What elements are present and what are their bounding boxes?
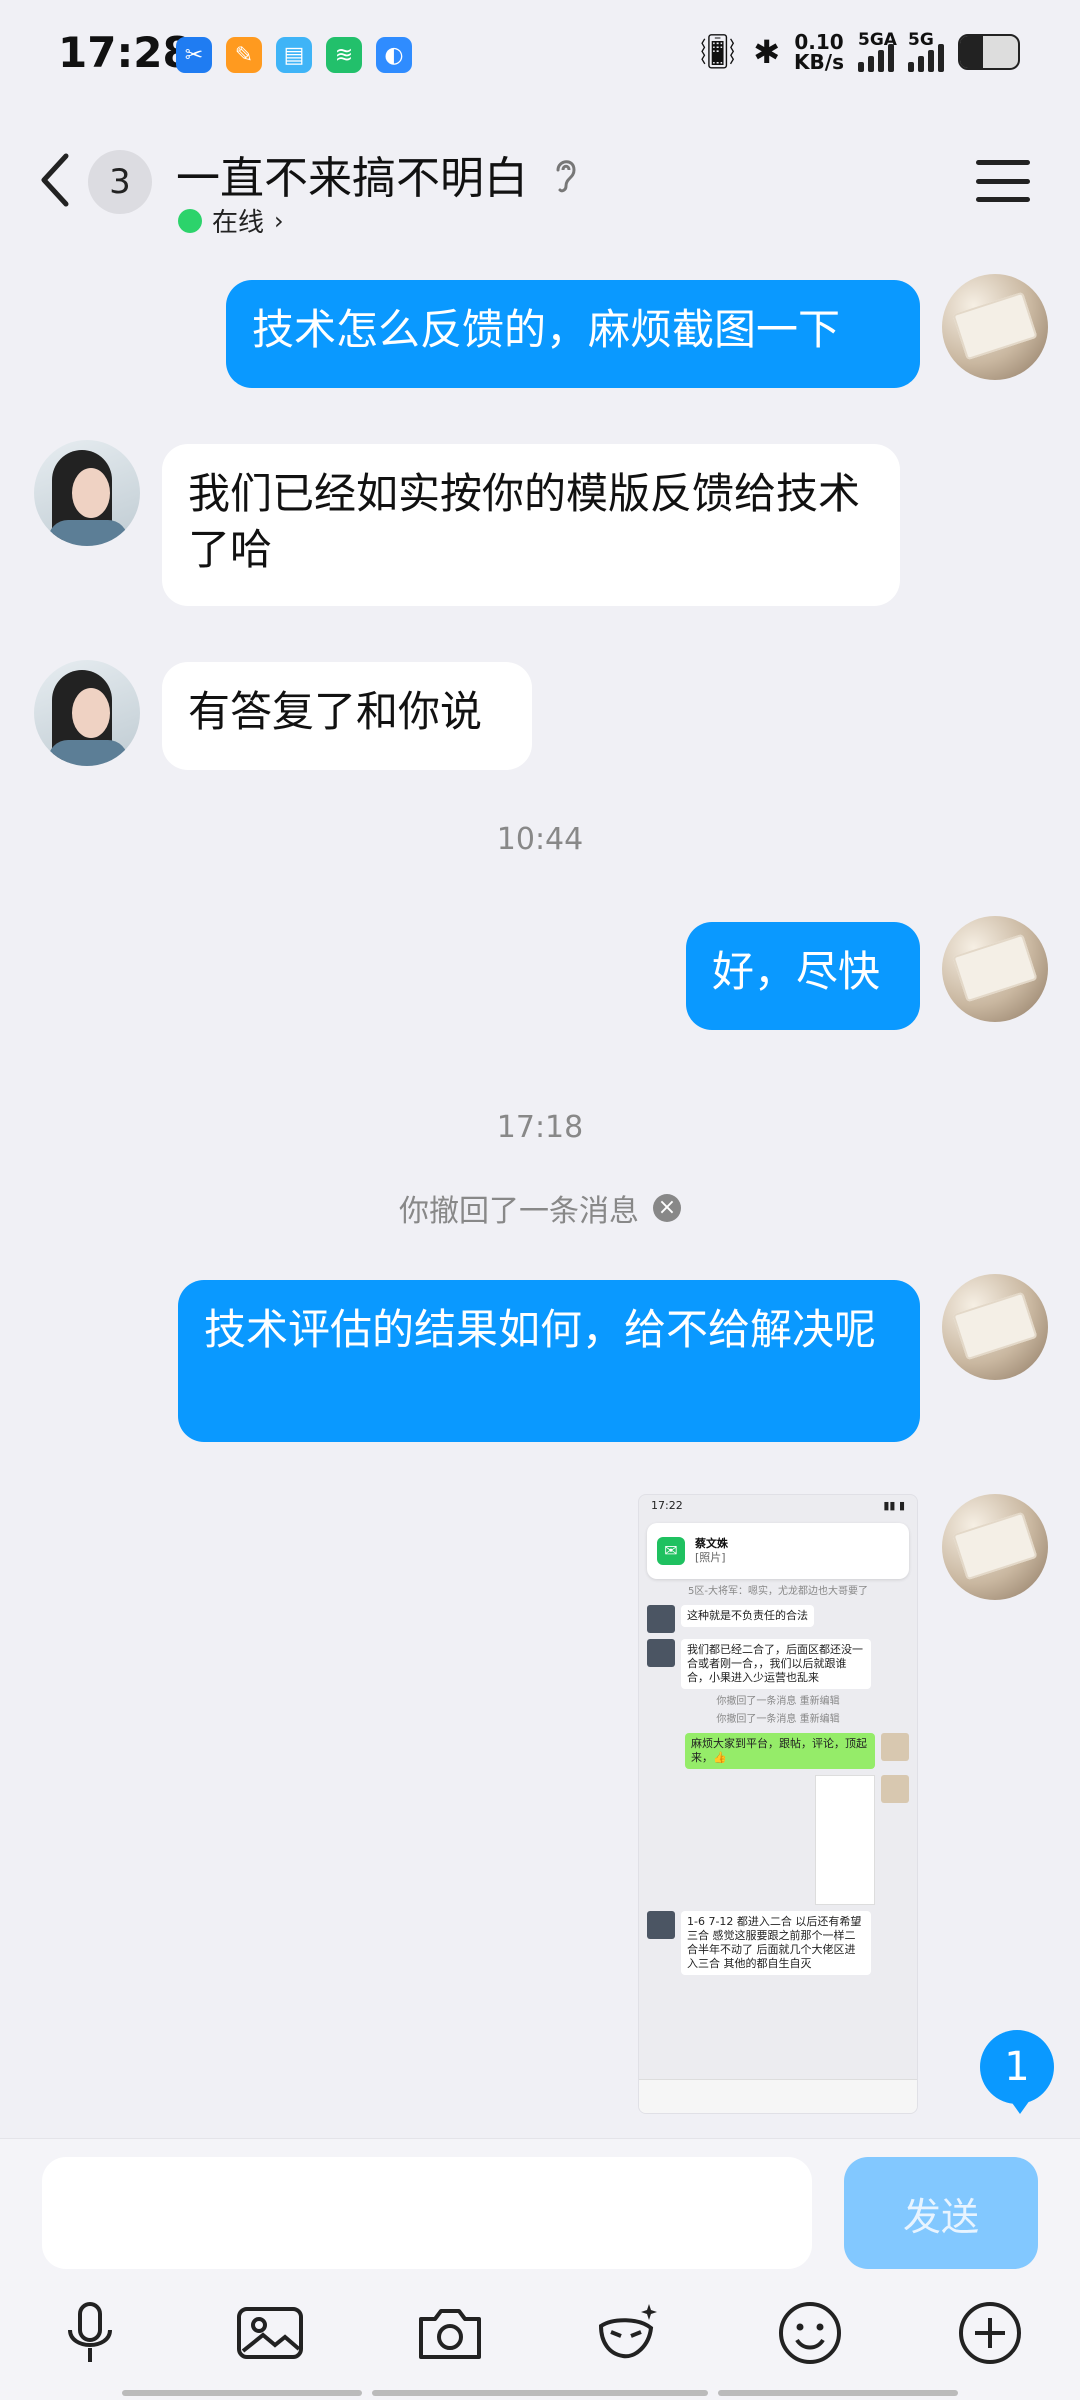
contact-avatar[interactable] [34, 660, 140, 766]
my-avatar[interactable] [942, 274, 1048, 380]
menu-icon [976, 160, 1030, 165]
close-icon[interactable]: × [653, 1194, 681, 1222]
my-avatar[interactable] [942, 1494, 1048, 1600]
status-bar: 17:28 ✂ ✎ ▤ ≋ ◐ 📳︎ ✱ 0.10 KB/s 5GA 5G [0, 0, 1080, 110]
vibrate-icon: 📳︎ [696, 32, 740, 72]
back-arrow-icon [41, 153, 69, 207]
more-button[interactable] [946, 2289, 1034, 2377]
presence-status[interactable]: 在线 › [178, 202, 284, 239]
ear-icon [556, 160, 576, 193]
my-avatar[interactable] [942, 916, 1048, 1022]
unread-count-badge[interactable]: 3 [88, 150, 152, 214]
my-avatar[interactable] [942, 1274, 1048, 1380]
send-button[interactable]: 发送 [844, 2157, 1038, 2269]
contact-avatar[interactable] [34, 440, 140, 546]
wallet-icon: ▤ [276, 37, 312, 73]
image-message[interactable]: 17:22 ▮▮ ▮ ✉ 蔡文姝 [照片] 5区-大将军：嗯实，尤龙都边也大哥要… [638, 1494, 918, 2114]
wechat-icon: ✉ [657, 1537, 685, 1565]
back-button[interactable] [36, 150, 76, 210]
new-message-badge[interactable]: 1 [980, 2030, 1054, 2114]
screenshot-notification: ✉ 蔡文姝 [照片] [647, 1523, 909, 1579]
camera-button[interactable] [406, 2289, 494, 2377]
gesture-bar [122, 2390, 362, 2396]
screenshot-input-bar [639, 2079, 917, 2113]
screenshot-status-bar: 17:22 ▮▮ ▮ [651, 1499, 905, 1512]
battery-icon [958, 34, 1020, 70]
gesture-bar [718, 2390, 958, 2396]
signal-5g-icon: 5G [908, 30, 944, 72]
wifi-app-icon: ≋ [326, 37, 362, 73]
voice-button[interactable] [46, 2289, 134, 2377]
composer-toolbar [0, 2289, 1080, 2377]
signal-5ga-icon: 5GA [858, 30, 897, 72]
message-input[interactable] [42, 2157, 812, 2269]
composer: 发送 [0, 2138, 1080, 2400]
message-outgoing[interactable]: 好，尽快 [686, 922, 920, 1030]
camera-icon [419, 2309, 481, 2359]
message-outgoing[interactable]: 技术评估的结果如何，给不给解决呢 [178, 1280, 920, 1442]
emoji-button[interactable] [766, 2289, 854, 2377]
album-button[interactable] [226, 2289, 314, 2377]
chevron-right-icon: › [274, 206, 284, 235]
chat-header: 3 一直不来搞不明白 在线 › [0, 110, 1080, 250]
app-notification-icon: ✂ [176, 37, 212, 73]
gesture-bar [372, 2390, 708, 2396]
image-icon [237, 2307, 303, 2359]
smiley-icon [779, 2302, 841, 2364]
menu-button[interactable] [976, 160, 1030, 202]
microphone-icon [68, 2302, 112, 2362]
screenshot-status-icons: ▮▮ ▮ [883, 1499, 905, 1512]
mask-sparkle-icon [598, 2304, 657, 2359]
status-time: 17:28 [58, 28, 192, 77]
online-dot-icon [178, 208, 202, 233]
browser-icon: ◐ [376, 37, 412, 73]
ai-sticker-button[interactable] [584, 2289, 672, 2377]
message-outgoing[interactable]: 技术怎么反馈的，麻烦截图一下 [226, 280, 920, 388]
message-timestamp: 17:18 [496, 1110, 584, 1145]
message-timestamp: 10:44 [496, 822, 584, 857]
message-incoming[interactable]: 有答复了和你说 [162, 662, 532, 770]
chat-title[interactable]: 一直不来搞不明白 [176, 142, 580, 206]
app-notification-icon: ✎ [226, 37, 262, 73]
notification-icons: ✂ ✎ ▤ ≋ ◐ [176, 37, 412, 73]
plus-circle-icon [959, 2302, 1021, 2364]
bluetooth-icon: ✱ [753, 33, 781, 71]
network-speed: 0.10 KB/s [794, 30, 844, 74]
recall-notice: 你撤回了一条消息 × [0, 1186, 1080, 1230]
status-indicators: 📳︎ ✱ 0.10 KB/s 5GA 5G [696, 30, 1020, 74]
message-incoming[interactable]: 我们已经如实按你的模版反馈给技术了哈 [162, 444, 900, 606]
